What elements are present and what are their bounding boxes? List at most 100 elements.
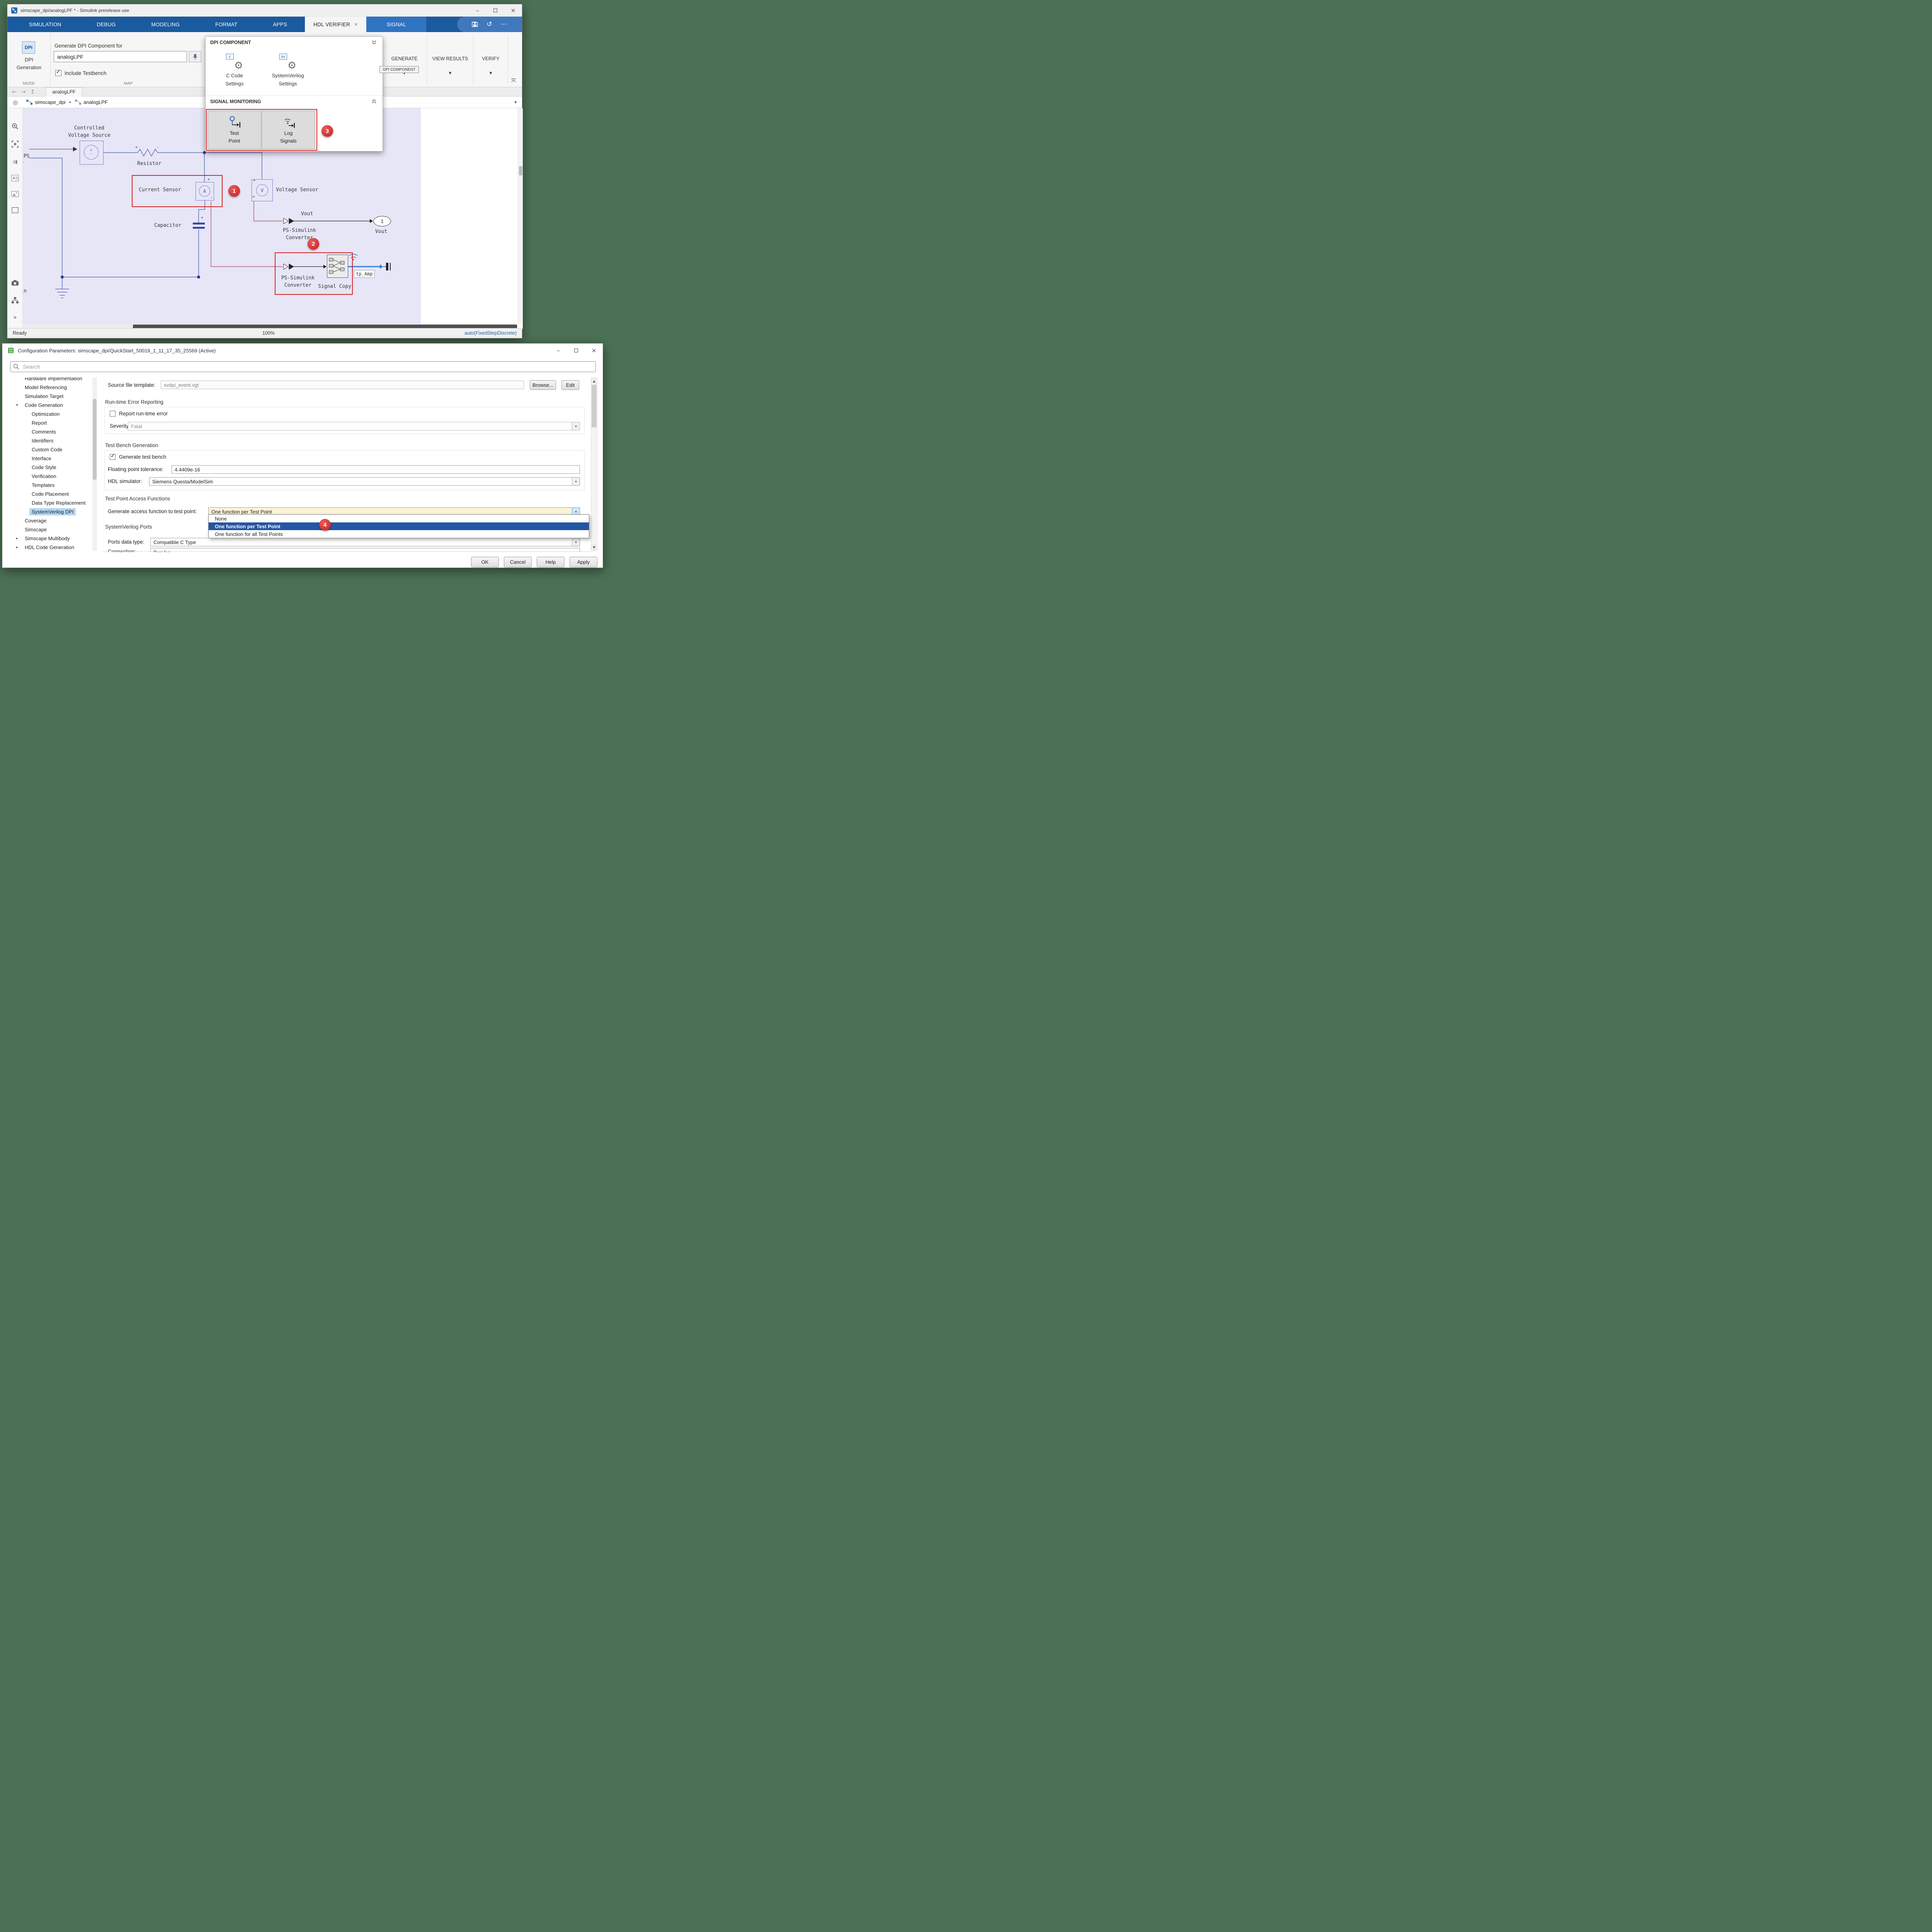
tree-item-code-generation[interactable]: ▾Code Generation [8, 401, 92, 410]
help-button[interactable]: Help [537, 557, 565, 567]
search-input[interactable] [10, 361, 596, 372]
tree-item-comments[interactable]: Comments [8, 427, 92, 436]
cancel-button[interactable]: Cancel [504, 557, 532, 567]
tab-hdl-verifier[interactable]: HDL VERIFIER × [305, 17, 366, 32]
generate-testbench-checkbox[interactable]: ✓ [110, 454, 116, 460]
maximize-button[interactable] [486, 4, 504, 17]
more-options-icon[interactable]: ⋯ [501, 20, 507, 28]
edit-button[interactable]: Edit [561, 380, 579, 390]
float-tolerance-input[interactable]: 4.4409e-16 [172, 465, 580, 474]
apply-button[interactable]: Apply [570, 557, 597, 567]
model-hierarchy-icon[interactable] [7, 297, 23, 305]
screenshot-icon[interactable] [7, 280, 23, 287]
outport-label[interactable]: Vout [375, 228, 387, 235]
canvas-vertical-scrollbar[interactable] [518, 108, 523, 324]
tree-item-model-referencing[interactable]: Model Referencing [8, 383, 92, 392]
chevron-down-icon[interactable]: ▾ [572, 538, 580, 546]
tree-expanded-icon[interactable]: ▾ [16, 403, 18, 407]
up-to-parent-button[interactable]: ↥ [30, 89, 35, 95]
tree-item-hardware-implementation[interactable]: Hardware Implementation [8, 378, 92, 383]
severity-select[interactable]: Fatal ▾ [128, 422, 580, 430]
verify-button[interactable]: VERIFY ▼ [475, 56, 507, 75]
include-testbench-checkbox[interactable]: ✓ [55, 70, 61, 76]
controlled-voltage-source-block[interactable]: + - [80, 141, 104, 165]
collapse-toolstrip-icon[interactable] [510, 78, 517, 85]
tree-item-simscape[interactable]: Simscape [8, 525, 92, 534]
breadcrumb-root[interactable]: simscape_dpi [35, 99, 66, 105]
close-button[interactable]: × [585, 344, 603, 357]
signal-name-label[interactable]: tp_Amp [354, 270, 375, 278]
tree-item-templates[interactable]: Templates [8, 481, 92, 490]
tree-item-simscape-multibody[interactable]: ▸Simscape Multibody [8, 534, 92, 543]
tree-item-optimization[interactable]: Optimization [8, 410, 92, 418]
tree-item-data-type-replacement[interactable]: Data Type Replacement [8, 498, 92, 507]
component-name-input[interactable] [54, 51, 187, 62]
chevron-down-icon[interactable]: ▾ [572, 478, 580, 485]
signal-routing-icon[interactable]: ⇉ [7, 158, 23, 165]
breadcrumb-current[interactable]: analogLPF [83, 99, 108, 105]
capacitor-plates[interactable] [193, 223, 205, 229]
hdl-simulator-select[interactable]: Siemens Questa/ModelSim ▾ [149, 477, 580, 486]
view-results-dropdown-icon[interactable]: ▼ [429, 71, 472, 75]
expand-palette-icon[interactable]: » [7, 314, 23, 321]
pin-button[interactable] [189, 51, 201, 62]
ps-simulink-converter1-icon[interactable] [284, 218, 294, 224]
vertical-scroll-thumb[interactable] [519, 166, 522, 175]
tree-collapsed-icon[interactable]: ▸ [16, 537, 18, 541]
tab-modeling[interactable]: MODELING [134, 17, 198, 32]
tree-item-coverage[interactable]: Coverage [8, 516, 92, 525]
tree-item-verification[interactable]: Verification [8, 472, 92, 481]
forward-button[interactable]: → [21, 89, 26, 95]
electrical-wires[interactable] [29, 149, 262, 298]
report-runtime-error-checkbox[interactable] [110, 411, 116, 417]
tab-signal[interactable]: SIGNAL [366, 17, 426, 32]
tree-item-identifiers[interactable]: Identifiers [8, 436, 92, 445]
ports-dtype-select[interactable]: Compatible C Type ▾ [150, 538, 580, 546]
tree-item-code-style[interactable]: Code Style [8, 463, 92, 472]
close-tab-icon[interactable]: × [354, 22, 358, 27]
locate-icon[interactable]: ◎ [13, 99, 18, 106]
image-icon[interactable] [7, 191, 23, 199]
tree-item-custom-code[interactable]: Custom Code [8, 445, 92, 454]
save-icon[interactable] [472, 21, 478, 27]
dropdown-option-per-test-point[interactable]: One function per Test Point [209, 522, 589, 530]
resistor-label[interactable]: Resistor [137, 160, 162, 167]
tree-scrollbar[interactable] [92, 378, 97, 551]
tree-item-simulation-target[interactable]: Simulation Target [8, 392, 92, 401]
tab-format[interactable]: FORMAT [197, 17, 255, 32]
dropdown-option-all-test-points[interactable]: One function for all Test Points [209, 530, 589, 538]
scroll-down-icon[interactable]: ▼ [591, 544, 597, 550]
config-scroll-thumb[interactable] [592, 385, 597, 427]
terminator-block[interactable] [383, 263, 390, 270]
vout-signal-label[interactable]: Vout [301, 210, 313, 218]
source-file-template-input[interactable]: svdpi_event.vgt [161, 381, 524, 389]
zoom-icon[interactable] [7, 123, 23, 131]
dropdown-option-none[interactable]: None [209, 515, 589, 522]
undo-icon[interactable]: ↺ [486, 20, 492, 28]
maximize-button[interactable] [567, 344, 585, 357]
dpi-generation-icon[interactable]: DPI [22, 41, 35, 54]
collapse-section-icon[interactable] [372, 40, 376, 45]
controlled-voltage-source-label[interactable]: Controlled Voltage Source [58, 124, 120, 139]
tab-apps[interactable]: APPS [255, 17, 305, 32]
config-scrollbar[interactable]: ▲ ▼ [591, 378, 597, 551]
status-solver[interactable]: auto(FixedStepDiscrete) [464, 330, 517, 336]
minimize-button[interactable]: – [469, 4, 486, 17]
tree-item-code-placement[interactable]: Code Placement [8, 490, 92, 498]
scroll-up-icon[interactable]: ▲ [591, 378, 597, 384]
close-button[interactable]: × [504, 4, 522, 17]
tree-item-interface[interactable]: Interface [8, 454, 92, 463]
tab-debug[interactable]: DEBUG [79, 17, 134, 32]
tree-scroll-thumb[interactable] [93, 399, 97, 480]
tree-item-systemverilog-dpi[interactable]: SystemVerilog DPI [8, 507, 92, 516]
c-code-settings-button[interactable]: C ⚙ C Code Settings [209, 51, 260, 88]
view-results-button[interactable]: VIEW RESULTS ▼ [429, 56, 472, 75]
ok-button[interactable]: OK [471, 557, 499, 567]
outport-block[interactable]: 1 [373, 216, 391, 226]
fit-to-view-icon[interactable] [7, 141, 23, 149]
breadcrumb-chevron-icon[interactable]: ▾ [514, 100, 517, 105]
document-tab-analoglpf[interactable]: analogLPF [46, 87, 82, 97]
tree-collapsed-icon[interactable]: ▸ [16, 546, 18, 549]
tree-item-report[interactable]: Report [8, 418, 92, 427]
back-button[interactable]: ← [12, 89, 17, 95]
